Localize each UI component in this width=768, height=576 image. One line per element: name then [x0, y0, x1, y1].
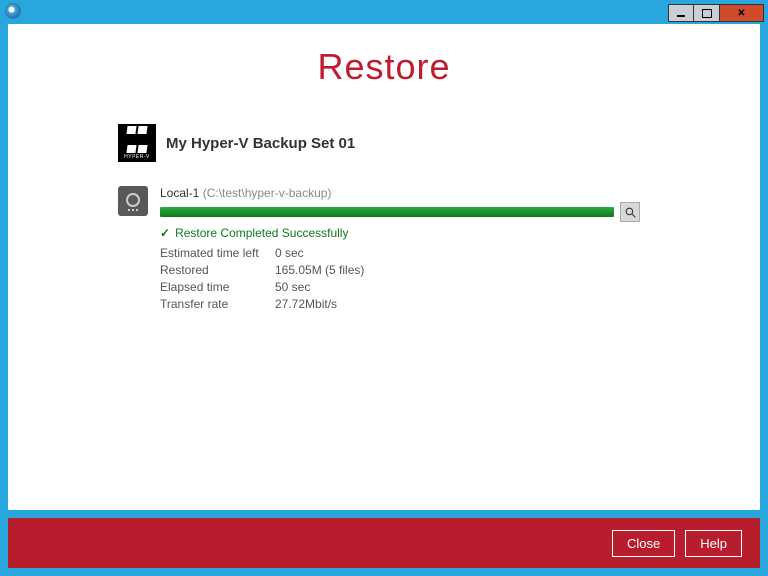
progress-bar: [160, 207, 614, 217]
help-button[interactable]: Help: [685, 530, 742, 557]
minimize-button[interactable]: [668, 4, 694, 22]
window-close-button[interactable]: [720, 4, 764, 22]
maximize-button[interactable]: [694, 4, 720, 22]
magnifier-icon: [624, 206, 637, 219]
check-icon: ✓: [160, 226, 170, 240]
status-text: Restore Completed Successfully: [175, 226, 348, 240]
hyperv-icon: HYPER-V: [118, 124, 156, 162]
status-line: ✓ Restore Completed Successfully: [160, 226, 640, 240]
stats-row: Elapsed time50 sec: [160, 280, 640, 294]
titlebar: [0, 0, 768, 24]
stats-row: Estimated time left0 sec: [160, 246, 640, 260]
destination-name: Local-1: [160, 186, 199, 200]
stats-table: Estimated time left0 sec Restored165.05M…: [160, 246, 640, 311]
stats-row: Transfer rate27.72Mbit/s: [160, 297, 640, 311]
view-log-button[interactable]: [620, 202, 640, 222]
page-title: Restore: [8, 46, 760, 88]
stats-row: Restored165.05M (5 files): [160, 263, 640, 277]
footer-bar: Close Help: [8, 518, 760, 568]
main-panel: Restore HYPER-V My Hyper-V Backup Set 01…: [8, 24, 760, 510]
backup-set-header: HYPER-V My Hyper-V Backup Set 01: [118, 124, 760, 162]
drive-icon: [118, 186, 148, 216]
destination-label: Local-1 (C:\test\hyper-v-backup): [160, 186, 640, 200]
destination-path: (C:\test\hyper-v-backup): [203, 186, 332, 200]
backup-set-name: My Hyper-V Backup Set 01: [166, 135, 355, 152]
app-icon: [5, 3, 21, 19]
close-button[interactable]: Close: [612, 530, 675, 557]
